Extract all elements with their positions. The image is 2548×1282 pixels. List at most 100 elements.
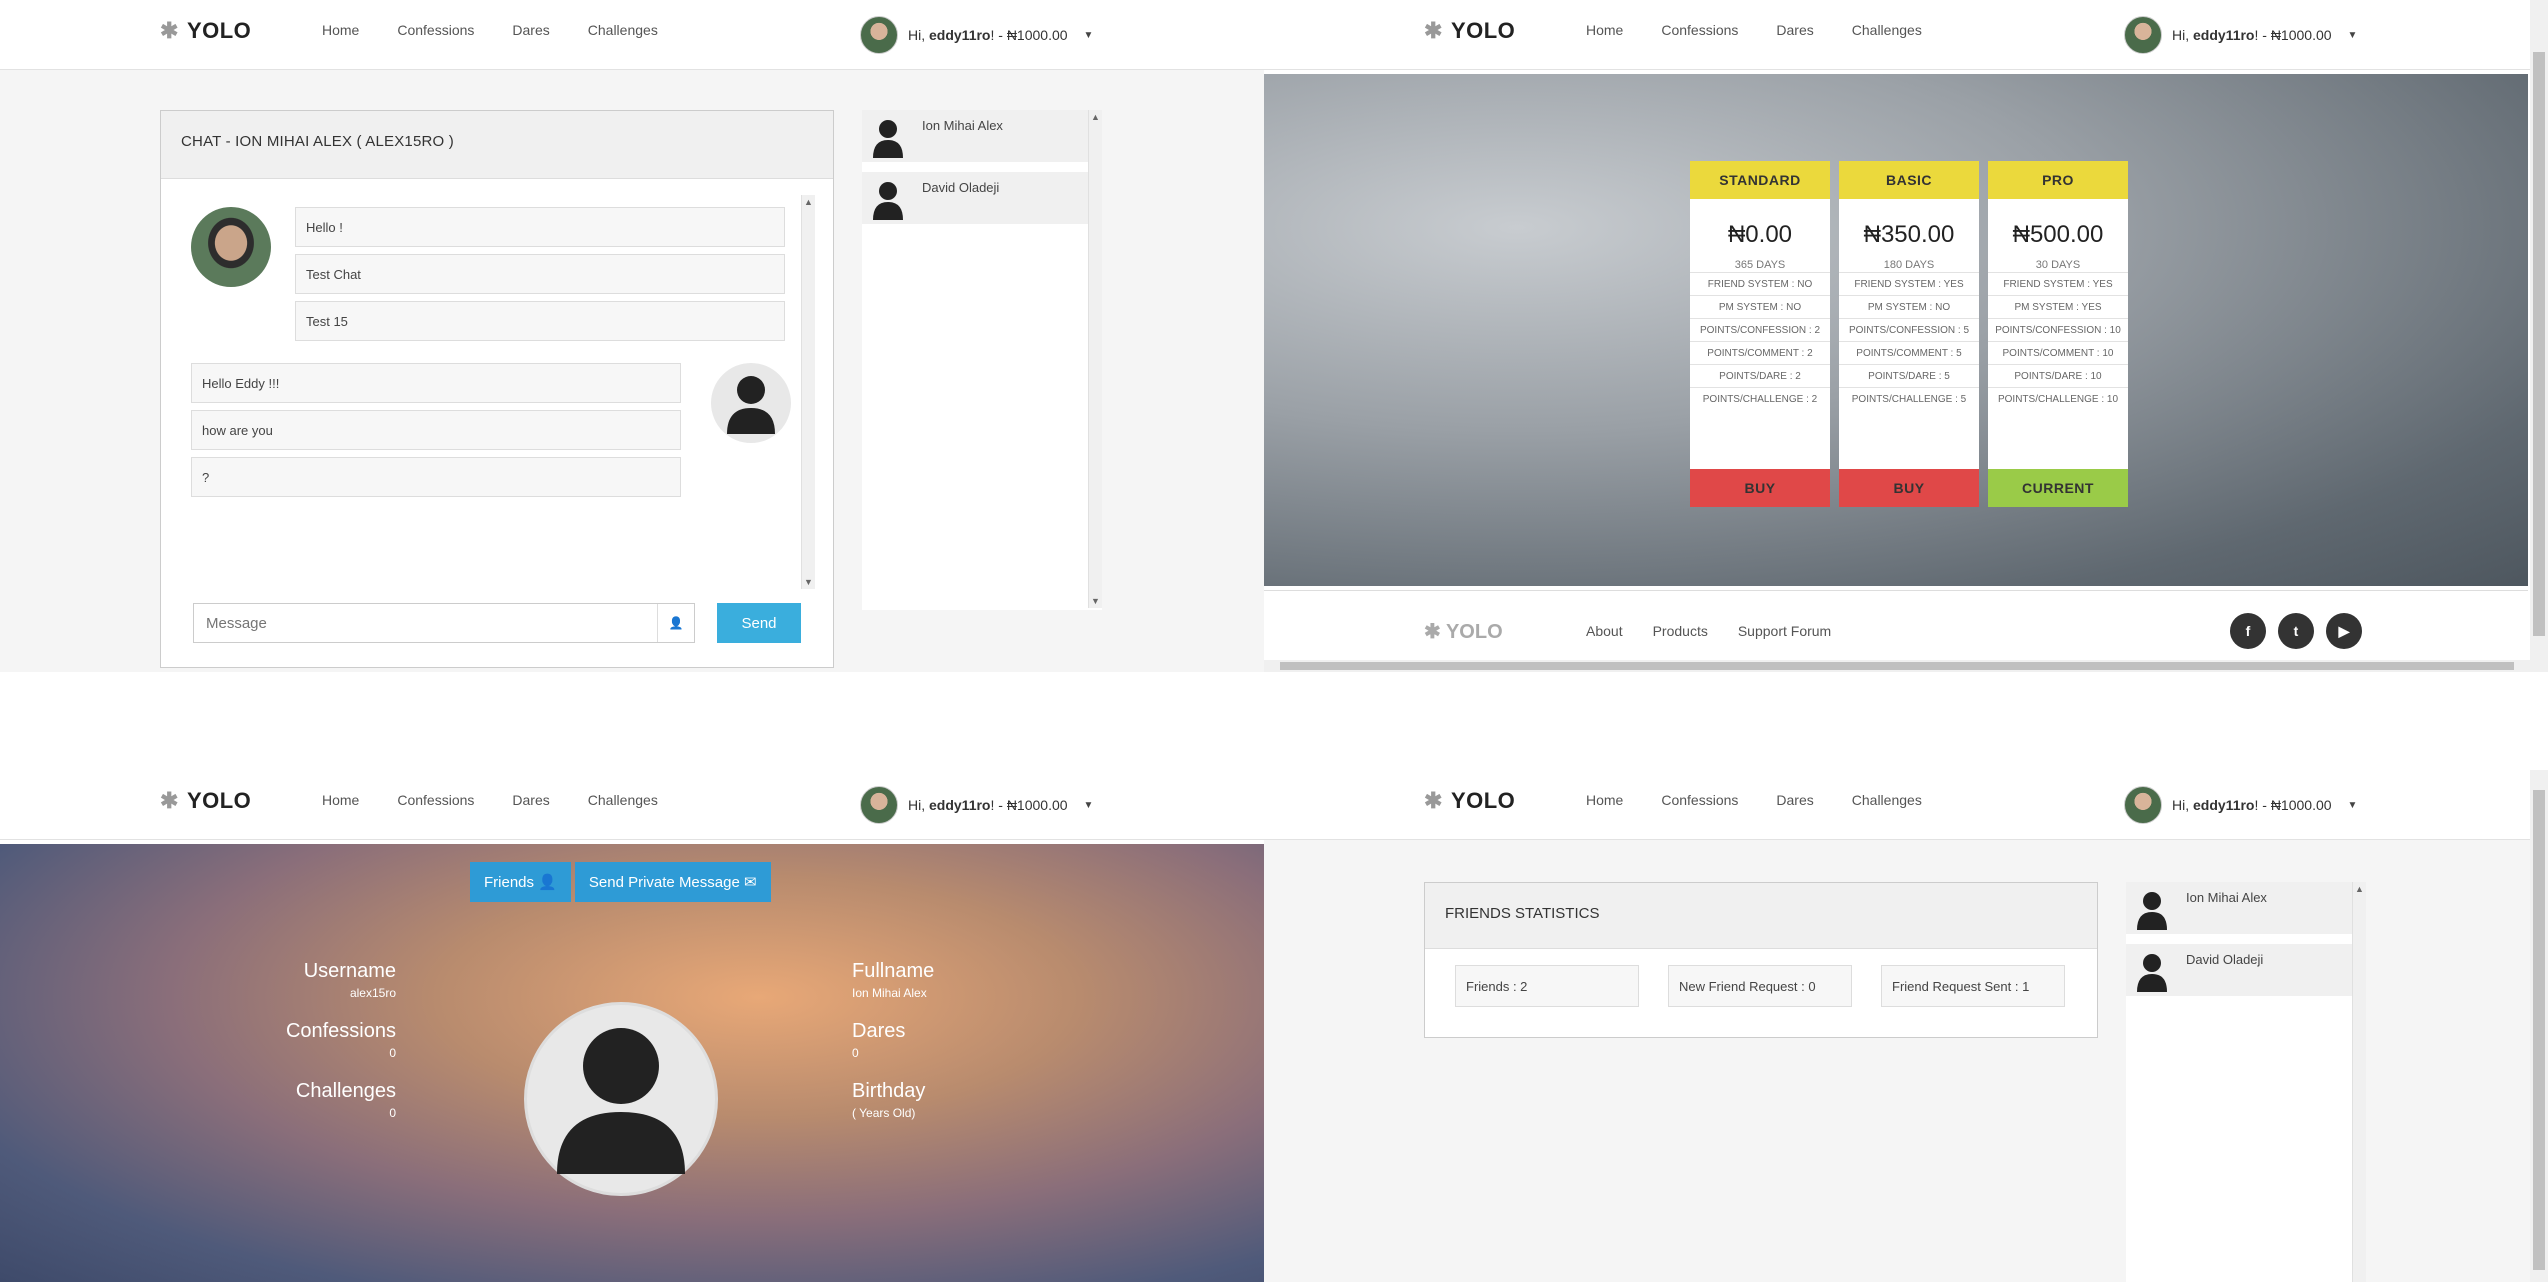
nav-challenges[interactable]: Challenges: [1852, 792, 1922, 808]
plan-feature: POINTS/DARE : 5: [1839, 364, 1979, 387]
brand-logo[interactable]: ✱ YOLO: [160, 788, 251, 814]
nav-challenges[interactable]: Challenges: [588, 22, 658, 38]
plan-feature: FRIEND SYSTEM : YES: [1839, 272, 1979, 295]
nav-home[interactable]: Home: [1586, 22, 1623, 38]
user-silhouette-icon: [868, 114, 908, 158]
chat-message: ?: [191, 457, 681, 497]
plan-duration: 30 DAYS: [2035, 259, 2081, 271]
scroll-down-icon[interactable]: ▼: [1089, 596, 1102, 606]
friend-name: Ion Mihai Alex: [922, 118, 1003, 133]
user-menu[interactable]: Hi, eddy11ro! - ₦1000.00 ▼: [860, 786, 1093, 824]
challenges-value: 0: [389, 1106, 396, 1120]
plan-name: STANDARD: [1690, 161, 1830, 199]
brand-logo[interactable]: ✱ YOLO: [1424, 18, 1515, 44]
user-avatar: [860, 786, 898, 824]
scroll-up-icon[interactable]: ▲: [1089, 112, 1102, 122]
user-menu[interactable]: Hi, eddy11ro! - ₦1000.00 ▼: [860, 16, 1093, 54]
footer: ✱ YOLO About Products Support Forum f t …: [1264, 590, 2528, 662]
buy-button[interactable]: BUY: [1839, 469, 1979, 507]
send-private-message-button[interactable]: Send Private Message ✉: [574, 862, 771, 902]
greeting: Hi,: [2172, 27, 2193, 43]
envelope-icon: ✉: [743, 874, 757, 891]
fullname-stat: Fullname Ion Mihai Alex: [852, 960, 934, 1000]
dares-stat: Dares 0: [852, 1020, 905, 1060]
brand-logo[interactable]: ✱ YOLO: [160, 18, 251, 44]
footer-brand[interactable]: ✱ YOLO: [1424, 619, 1503, 644]
profile-screen: ✱ YOLO Home Confessions Dares Challenges …: [0, 770, 1264, 1282]
nav-links: Home Confessions Dares Challenges: [1586, 792, 1960, 808]
plan-feature: POINTS/COMMENT : 10: [1988, 341, 2128, 364]
nav-confessions[interactable]: Confessions: [397, 22, 474, 38]
nav-home[interactable]: Home: [1586, 792, 1623, 808]
username: eddy11ro: [929, 797, 991, 813]
asterisk-icon: ✱: [1424, 621, 1446, 643]
buy-button[interactable]: BUY: [1690, 469, 1830, 507]
user-silhouette-icon: [727, 376, 775, 434]
nav-challenges[interactable]: Challenges: [588, 792, 658, 808]
plan-feature: PM SYSTEM : NO: [1839, 295, 1979, 318]
brand-logo[interactable]: ✱ YOLO: [1424, 788, 1515, 814]
balance: ! - ₦1000.00: [990, 27, 1068, 43]
nav-dares[interactable]: Dares: [512, 792, 549, 808]
navbar: ✱ YOLO Home Confessions Dares Challenges …: [1264, 770, 2548, 840]
caret-down-icon[interactable]: ▼: [1084, 800, 1094, 811]
scrollbar-thumb[interactable]: [2533, 52, 2545, 636]
plan-duration: 180 DAYS: [1883, 259, 1935, 271]
nav-confessions[interactable]: Confessions: [1661, 792, 1738, 808]
horizontal-scrollbar[interactable]: [1264, 660, 2530, 672]
nav-confessions[interactable]: Confessions: [397, 792, 474, 808]
scrollbar-thumb[interactable]: [2533, 790, 2545, 1270]
send-button[interactable]: Send: [717, 603, 801, 643]
nav-dares[interactable]: Dares: [1776, 22, 1813, 38]
friends-scrollbar[interactable]: ▲: [2352, 882, 2366, 1282]
fullname-value: Ion Mihai Alex: [852, 986, 927, 1000]
twitter-icon[interactable]: t: [2278, 613, 2314, 649]
facebook-icon[interactable]: f: [2230, 613, 2266, 649]
footer-about[interactable]: About: [1586, 623, 1623, 639]
username: eddy11ro: [2193, 27, 2255, 43]
plan-name: BASIC: [1839, 161, 1979, 199]
footer-products[interactable]: Products: [1653, 623, 1708, 639]
nav-confessions[interactable]: Confessions: [1661, 22, 1738, 38]
message-input[interactable]: [193, 603, 695, 643]
plan-feature: POINTS/CHALLENGE : 10: [1988, 387, 2128, 410]
scroll-up-icon[interactable]: ▲: [2353, 884, 2366, 894]
vertical-scrollbar[interactable]: [2530, 0, 2548, 672]
greeting: Hi,: [908, 797, 929, 813]
challenges-label: Challenges: [295, 1080, 396, 1102]
plan-feature: FRIEND SYSTEM : NO: [1690, 272, 1830, 295]
user-menu[interactable]: Hi, eddy11ro! - ₦1000.00 ▼: [2124, 16, 2357, 54]
profile-banner: Friends 👤 Send Private Message ✉ Usernam…: [0, 844, 1264, 1282]
balance: ! - ₦1000.00: [990, 797, 1068, 813]
friends-scrollbar[interactable]: ▲ ▼: [1088, 110, 1102, 608]
nav-links: Home Confessions Dares Challenges: [1586, 22, 1960, 38]
nav-home[interactable]: Home: [322, 792, 359, 808]
nav-challenges[interactable]: Challenges: [1852, 22, 1922, 38]
vertical-scrollbar[interactable]: [2530, 770, 2548, 1282]
dares-label: Dares: [852, 1020, 906, 1042]
current-plan-button[interactable]: CURRENT: [1988, 469, 2128, 507]
user-silhouette-icon: [2132, 886, 2172, 930]
youtube-icon[interactable]: ▶: [2326, 613, 2362, 649]
nav-dares[interactable]: Dares: [512, 22, 549, 38]
friends-button[interactable]: Friends 👤: [470, 862, 571, 902]
caret-down-icon[interactable]: ▼: [2348, 30, 2358, 41]
nav-dares[interactable]: Dares: [1776, 792, 1813, 808]
scroll-up-icon[interactable]: ▲: [802, 197, 815, 207]
user-icon: 👤: [657, 604, 694, 642]
user-silhouette-icon: [868, 176, 908, 220]
caret-down-icon[interactable]: ▼: [2348, 800, 2358, 811]
username-label: Username: [303, 960, 396, 982]
friend-item[interactable]: Ion Mihai Alex: [862, 110, 1102, 162]
nav-home[interactable]: Home: [322, 22, 359, 38]
friend-item[interactable]: David Oladeji: [862, 172, 1102, 224]
scrollbar-thumb[interactable]: [1280, 662, 2514, 670]
chat-scrollbar[interactable]: ▲ ▼: [801, 195, 815, 589]
user-menu[interactable]: Hi, eddy11ro! - ₦1000.00 ▼: [2124, 786, 2357, 824]
asterisk-icon: ✱: [160, 18, 179, 43]
footer-support-forum[interactable]: Support Forum: [1738, 623, 1831, 639]
friend-item[interactable]: David Oladeji: [2126, 944, 2366, 996]
friend-item[interactable]: Ion Mihai Alex: [2126, 882, 2366, 934]
caret-down-icon[interactable]: ▼: [1084, 30, 1094, 41]
scroll-down-icon[interactable]: ▼: [802, 577, 815, 587]
